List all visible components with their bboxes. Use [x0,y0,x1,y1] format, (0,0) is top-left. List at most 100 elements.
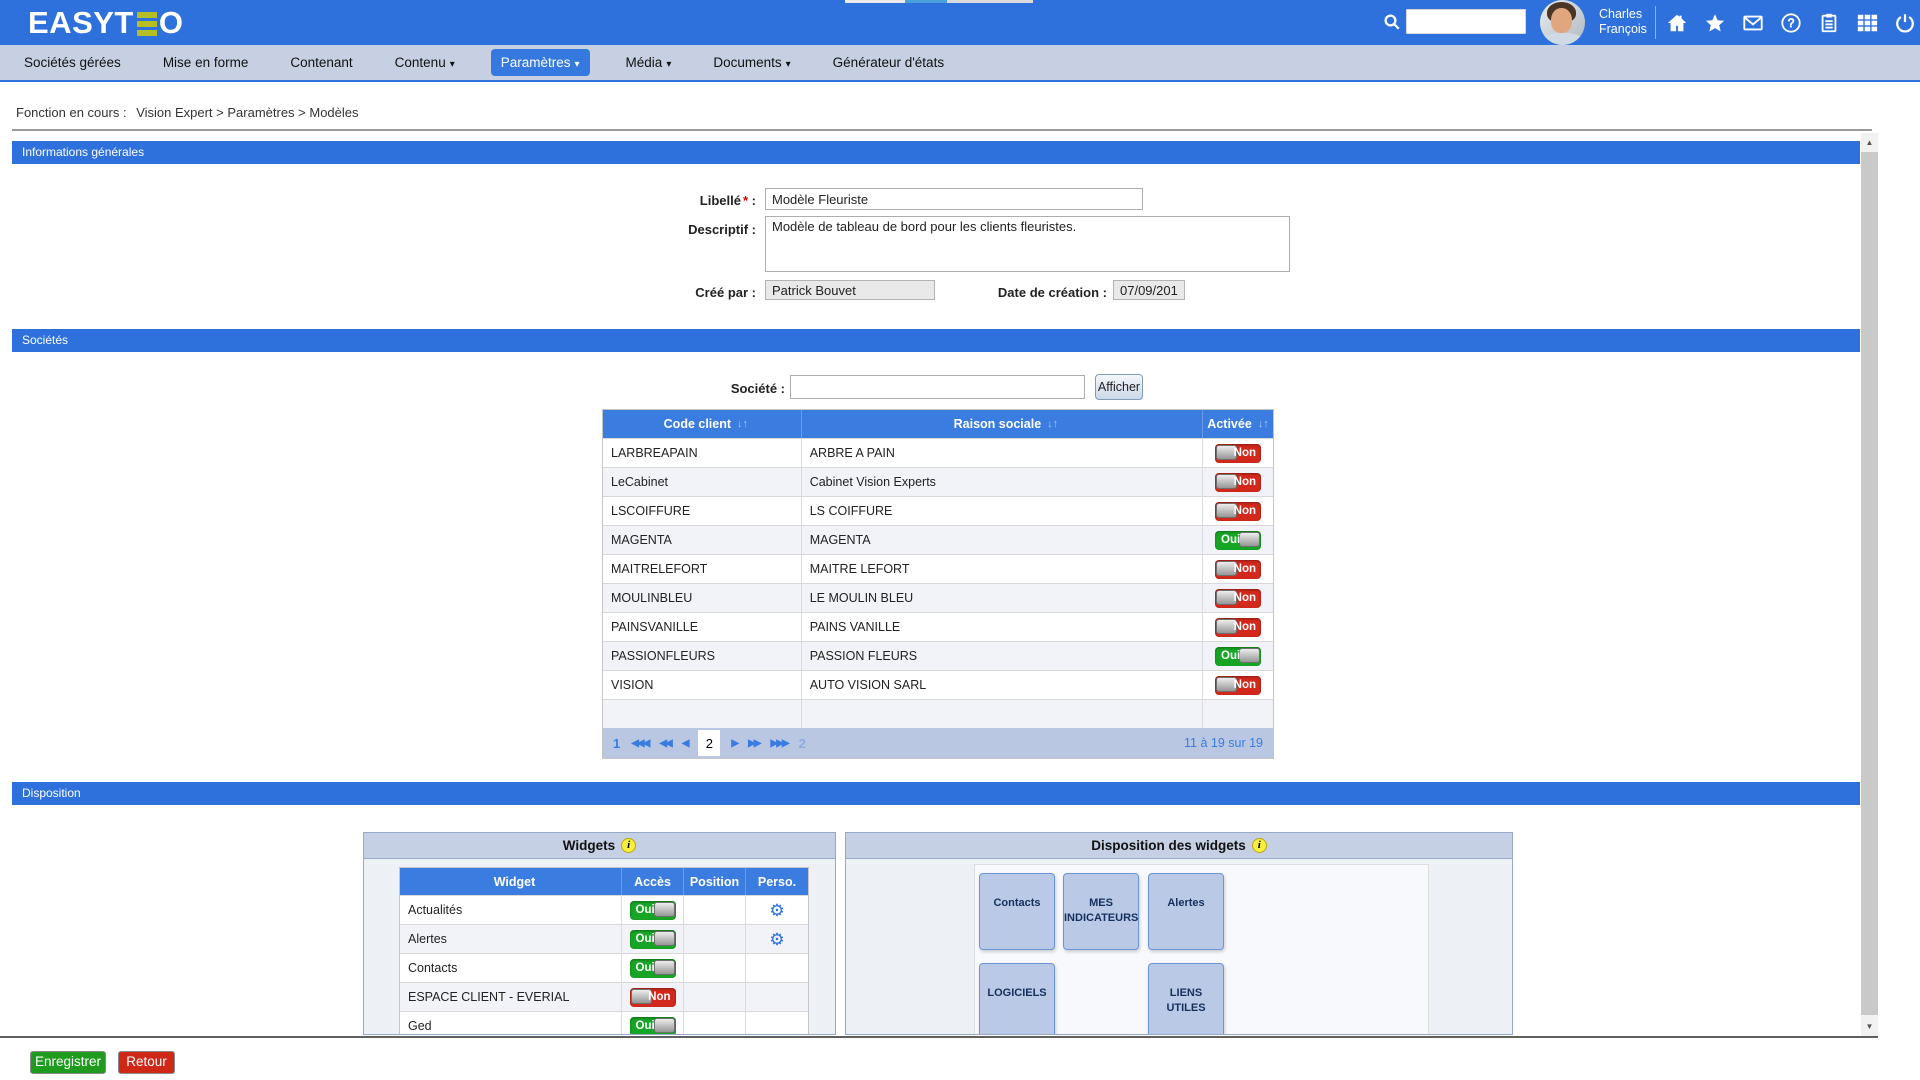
toggle-oui[interactable]: Oui [630,959,676,978]
nav-item-parametres[interactable]: Paramètres▾ [491,49,590,76]
widget-tile-alertes[interactable]: Alertes [1148,873,1224,950]
user-avatar[interactable] [1540,0,1585,45]
libelle-input[interactable] [765,188,1143,210]
nav-item-societes-gerees[interactable]: Sociétés gérées [18,50,127,75]
widgets-table-body: ActualitésOui⚙AlertesOui⚙ContactsOuiESPA… [400,895,808,1035]
column-header-code-client[interactable]: Code client ↓↑ [603,410,802,438]
nav-item-generateur-d-etats[interactable]: Générateur d'états [827,50,950,75]
date-creation-label: Date de création : [950,285,1107,300]
toggle-oui[interactable]: Oui [1215,647,1261,666]
toggle-non[interactable]: Non [1215,618,1261,637]
cell-code-client: LSCOIFFURE [603,497,802,525]
toggle-non[interactable]: Non [1215,444,1261,463]
widgets-table: Widget Accès Position Perso. ActualitésO… [399,867,809,1035]
sort-icon[interactable]: ↓↑ [1258,418,1269,430]
toggle-oui[interactable]: Oui [1215,531,1261,550]
scroll-down-arrow-icon[interactable]: ▼ [1861,1017,1878,1036]
cell-position [684,896,746,924]
help-icon[interactable]: ? [1779,11,1802,34]
nav-item-documents[interactable]: Documents▾ [707,50,796,75]
afficher-button[interactable]: Afficher [1095,374,1143,400]
table-row[interactable]: LARBREAPAINARBRE A PAINNon [603,438,1273,467]
table-row[interactable]: PAINSVANILLEPAINS VANILLENon [603,612,1273,641]
scrollbar-thumb[interactable] [1861,152,1878,1015]
sort-icon[interactable]: ↓↑ [1047,418,1058,430]
star-icon[interactable] [1703,11,1726,34]
table-row[interactable]: MAGENTAMAGENTAOui [603,525,1273,554]
table-row[interactable]: LeCabinetCabinet Vision ExpertsNon [603,467,1273,496]
gear-icon[interactable]: ⚙ [769,902,784,919]
pagination-prev-icon[interactable]: ◀ [682,738,688,749]
page-number-1[interactable]: 1 [613,736,620,751]
descriptif-textarea[interactable] [765,216,1290,272]
widget-tile-mes-indicateurs[interactable]: MES INDICATEURS [1063,873,1139,950]
retour-button[interactable]: Retour [118,1051,175,1074]
widget-tile-contacts[interactable]: Contacts [979,873,1055,950]
vertical-scrollbar[interactable]: ▲ ▼ [1861,133,1878,1036]
top-header-bar: EASYT O Charles François [0,0,1920,45]
toggle-label: Oui [636,1020,655,1032]
column-header-raison-sociale[interactable]: Raison sociale ↓↑ [802,410,1203,438]
toggle-non[interactable]: Non [1215,676,1261,695]
pagination-last-icon[interactable]: ▶▶▶ [771,738,788,749]
pagination-total-pages: 2 [799,736,806,751]
widget-tile-liens-utiles[interactable]: LIENS UTILES [1148,963,1224,1035]
toggle-label: Oui [1221,534,1240,546]
pagination-first-icon[interactable]: ◀◀◀ [631,738,648,749]
cell-raison-sociale: MAITRE LEFORT [802,555,1203,583]
mail-icon[interactable] [1741,11,1764,34]
cell-code-client: MAGENTA [603,526,802,554]
table-row[interactable]: LSCOIFFURELS COIFFURENon [603,496,1273,525]
apps-grid-icon[interactable] [1855,11,1878,34]
nav-item-media[interactable]: Média▾ [620,50,678,75]
pagination-fast-prev-icon[interactable]: ◀◀ [659,738,670,749]
power-icon[interactable] [1893,11,1916,34]
table-row[interactable]: PASSIONFLEURSPASSION FLEURSOui [603,641,1273,670]
toggle-non[interactable]: Non [1215,473,1261,492]
header-search-input[interactable] [1406,9,1526,34]
cell-activee: Non [1203,613,1273,641]
toggle-non[interactable]: Non [630,988,676,1007]
enregistrer-button[interactable]: Enregistrer [30,1051,106,1074]
toggle-oui[interactable]: Oui [630,930,676,949]
user-name: Charles François [1599,7,1647,37]
column-header-acces: Accès [622,868,684,895]
toggle-non[interactable]: Non [1215,560,1261,579]
cell-raison-sociale: PAINS VANILLE [802,613,1203,641]
cell-perso: ⚙ [746,896,808,924]
nav-item-mise-en-forme[interactable]: Mise en forme [157,50,255,75]
widget-row-actualites[interactable]: ActualitésOui⚙ [400,895,808,924]
home-icon[interactable] [1665,11,1688,34]
scroll-up-arrow-icon[interactable]: ▲ [1861,133,1878,152]
breadcrumb: Fonction en cours : Vision Expert > Para… [16,105,359,120]
gear-icon[interactable]: ⚙ [769,931,784,948]
societe-filter-input[interactable] [790,375,1085,399]
table-row[interactable]: VISIONAUTO VISION SARLNon [603,670,1273,699]
sort-icon[interactable]: ↓↑ [737,418,748,430]
widget-row-alertes[interactable]: AlertesOui⚙ [400,924,808,953]
widget-row-espace-client-everial[interactable]: ESPACE CLIENT - EVERIALNon [400,982,808,1011]
widget-row-contacts[interactable]: ContactsOui [400,953,808,982]
table-row[interactable]: MAITRELEFORTMAITRE LEFORTNon [603,554,1273,583]
info-icon[interactable]: i [621,838,636,853]
toggle-non[interactable]: Non [1215,589,1261,608]
widget-row-ged[interactable]: GedOui [400,1011,808,1035]
toggle-label: Non [1234,447,1256,459]
nav-item-contenu[interactable]: Contenu▾ [389,50,461,75]
toggle-oui[interactable]: Oui [630,901,676,920]
info-icon[interactable]: i [1252,838,1267,853]
pagination-range-info: 11 à 19 sur 19 [1184,736,1263,750]
toggle-oui[interactable]: Oui [630,1017,676,1036]
column-header-widget: Widget [400,868,622,895]
table-row[interactable]: MOULINBLEULE MOULIN BLEUNon [603,583,1273,612]
column-header-activee[interactable]: Activée ↓↑ [1203,410,1273,438]
pagination-fast-next-icon[interactable]: ▶▶ [748,738,759,749]
clipboard-icon[interactable] [1817,11,1840,34]
pagination-next-icon[interactable]: ▶ [731,738,737,749]
nav-item-contenant[interactable]: Contenant [284,50,358,75]
pagination-current-page[interactable]: 2 [698,730,720,756]
widget-tile-logiciels[interactable]: LOGICIELS [979,963,1055,1035]
toggle-label: Non [1234,679,1256,691]
toggle-non[interactable]: Non [1215,502,1261,521]
cell-code-client: VISION [603,671,802,699]
